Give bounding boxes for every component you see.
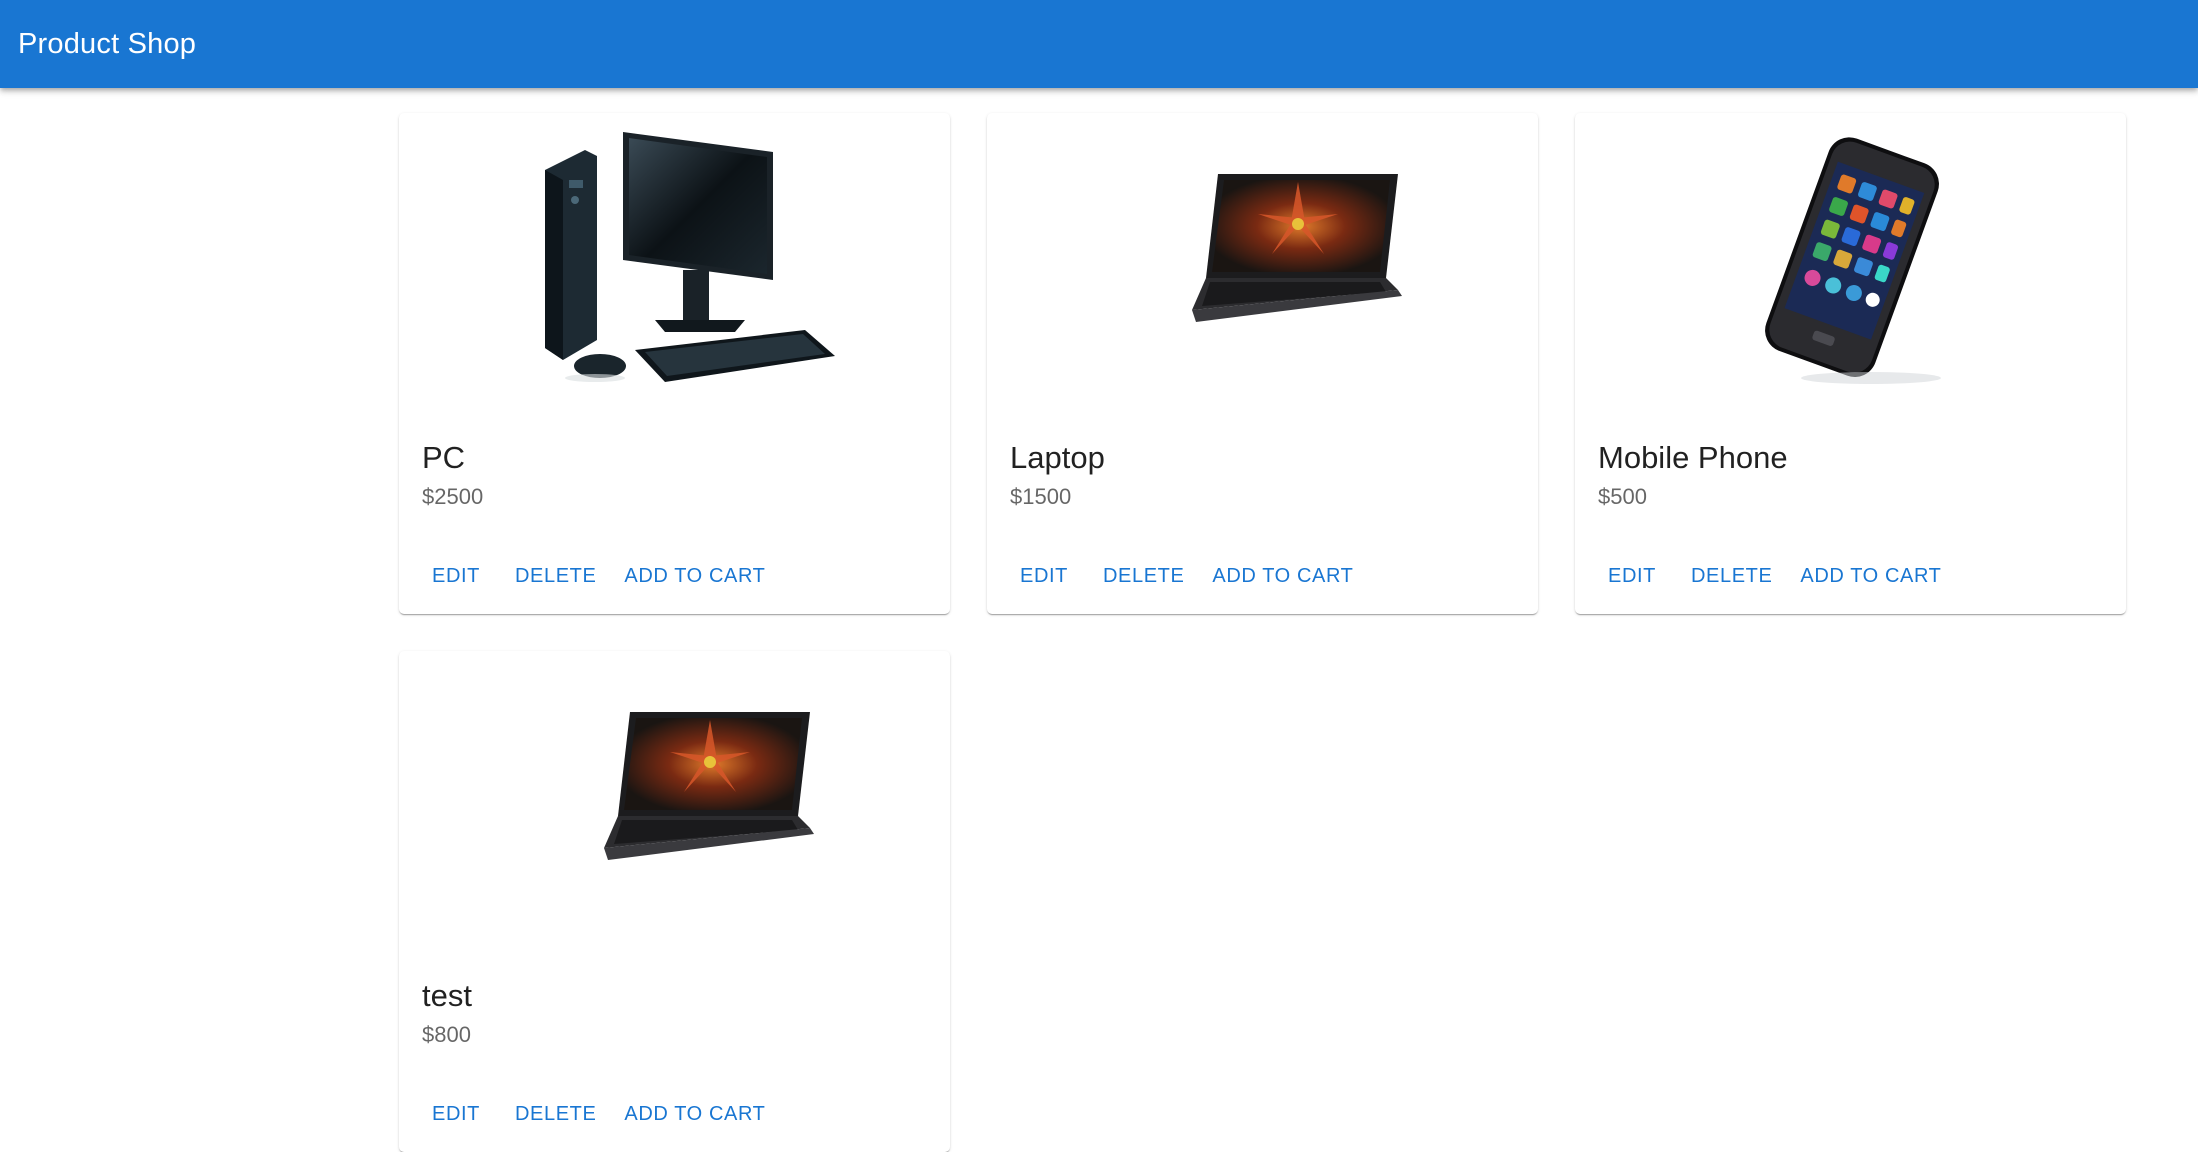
card-actions: EDIT DELETE ADD TO CART [999, 557, 1367, 596]
card-actions: EDIT DELETE ADD TO CART [411, 557, 779, 596]
desktop-pc-icon [544, 132, 835, 382]
product-name: Laptop [1010, 440, 1105, 475]
add-to-cart-button[interactable]: ADD TO CART [610, 1095, 779, 1134]
product-card: Mobile Phone $500 EDIT DELETE ADD TO CAR… [1575, 113, 2126, 614]
app-bar: Product Shop [0, 0, 2198, 88]
card-actions: EDIT DELETE ADD TO CART [1587, 557, 1955, 596]
edit-button[interactable]: EDIT [411, 1095, 501, 1134]
delete-button[interactable]: DELETE [1089, 557, 1198, 596]
add-to-cart-button[interactable]: ADD TO CART [1786, 557, 1955, 596]
product-image [987, 113, 1538, 407]
edit-button[interactable]: EDIT [999, 557, 1089, 596]
product-name: test [422, 978, 472, 1013]
product-grid: PC $2500 EDIT DELETE ADD TO CART Laptop … [399, 113, 2126, 1152]
product-name: Mobile Phone [1598, 440, 1788, 475]
app-title: Product Shop [18, 27, 197, 60]
product-card: PC $2500 EDIT DELETE ADD TO CART [399, 113, 950, 614]
laptop-icon [1191, 174, 1402, 322]
product-price: $500 [1598, 484, 1647, 510]
product-image [399, 113, 950, 407]
product-image [1575, 113, 2126, 407]
smartphone-icon [1764, 137, 1941, 384]
delete-button[interactable]: DELETE [501, 1095, 610, 1134]
product-image [399, 651, 950, 945]
card-actions: EDIT DELETE ADD TO CART [411, 1095, 779, 1134]
product-price: $1500 [1010, 484, 1072, 510]
product-price: $2500 [422, 484, 484, 510]
add-to-cart-button[interactable]: ADD TO CART [1198, 557, 1367, 596]
product-card: Laptop $1500 EDIT DELETE ADD TO CART [987, 113, 1538, 614]
product-name: PC [422, 440, 466, 475]
delete-button[interactable]: DELETE [501, 557, 610, 596]
product-card: test $800 EDIT DELETE ADD TO CART [399, 651, 950, 1152]
laptop-icon [603, 712, 814, 860]
edit-button[interactable]: EDIT [1587, 557, 1677, 596]
product-price: $800 [422, 1022, 471, 1048]
edit-button[interactable]: EDIT [411, 557, 501, 596]
delete-button[interactable]: DELETE [1677, 557, 1786, 596]
add-to-cart-button[interactable]: ADD TO CART [610, 557, 779, 596]
